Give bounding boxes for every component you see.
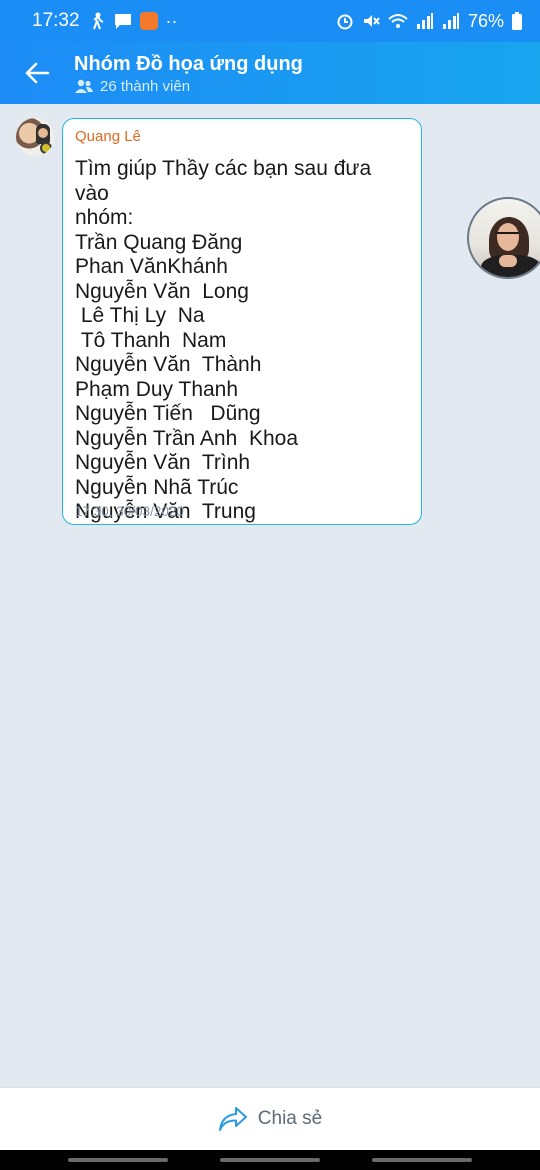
more-dots-icon: ·· [165, 11, 178, 31]
signal-icon [442, 13, 459, 29]
share-label: Chia sẻ [257, 1108, 323, 1129]
battery-icon [512, 12, 522, 30]
battery-percentage: 76% [467, 10, 504, 31]
status-bar: 17:32 ·· 76% [0, 0, 540, 42]
bottom-bar: Chia sẻ [0, 1087, 540, 1150]
nav-back-button[interactable] [372, 1158, 472, 1162]
signal-icon [416, 13, 433, 29]
message-text: Tìm giúp Thầy các bạn sau đưa vào nhóm: … [75, 157, 372, 523]
app-notification-icon [139, 12, 158, 30]
system-nav-bar [0, 1150, 540, 1170]
alarm-icon [337, 14, 353, 30]
message-timestamp: 17:30, 30/03/2020 [75, 504, 184, 519]
member-count-label: 26 thành viên [100, 77, 191, 95]
floating-chat-head[interactable] [467, 197, 540, 279]
share-icon [218, 1107, 247, 1131]
message-bubble[interactable]: Quang Lê Tìm giúp Thầy các bạn sau đưa v… [62, 118, 422, 525]
arrow-left-icon [25, 62, 50, 84]
back-button[interactable] [0, 42, 74, 104]
wifi-icon [388, 14, 408, 28]
key-badge-icon [40, 142, 52, 154]
status-left-icons: ·· [90, 12, 178, 30]
nav-home-button[interactable] [220, 1158, 320, 1162]
group-title: Nhóm Đồ họa ứng dụng [74, 52, 303, 75]
mute-icon [363, 15, 380, 27]
members-icon [75, 79, 93, 93]
group-info[interactable]: Nhóm Đồ họa ứng dụng 26 thành viên [74, 52, 303, 95]
person-walk-icon [92, 12, 103, 30]
sender-avatar[interactable] [16, 118, 54, 156]
chat-header: Nhóm Đồ họa ứng dụng 26 thành viên [0, 42, 540, 104]
status-right-icons: 76% [336, 11, 522, 32]
sender-name: Quang Lê [75, 128, 141, 145]
share-button[interactable]: Chia sẻ [218, 1106, 322, 1132]
member-count: 26 thành viên [74, 78, 303, 95]
chat-bubble-icon [114, 14, 131, 29]
nav-recents-button[interactable] [68, 1158, 168, 1162]
status-time: 17:32 [32, 10, 80, 31]
